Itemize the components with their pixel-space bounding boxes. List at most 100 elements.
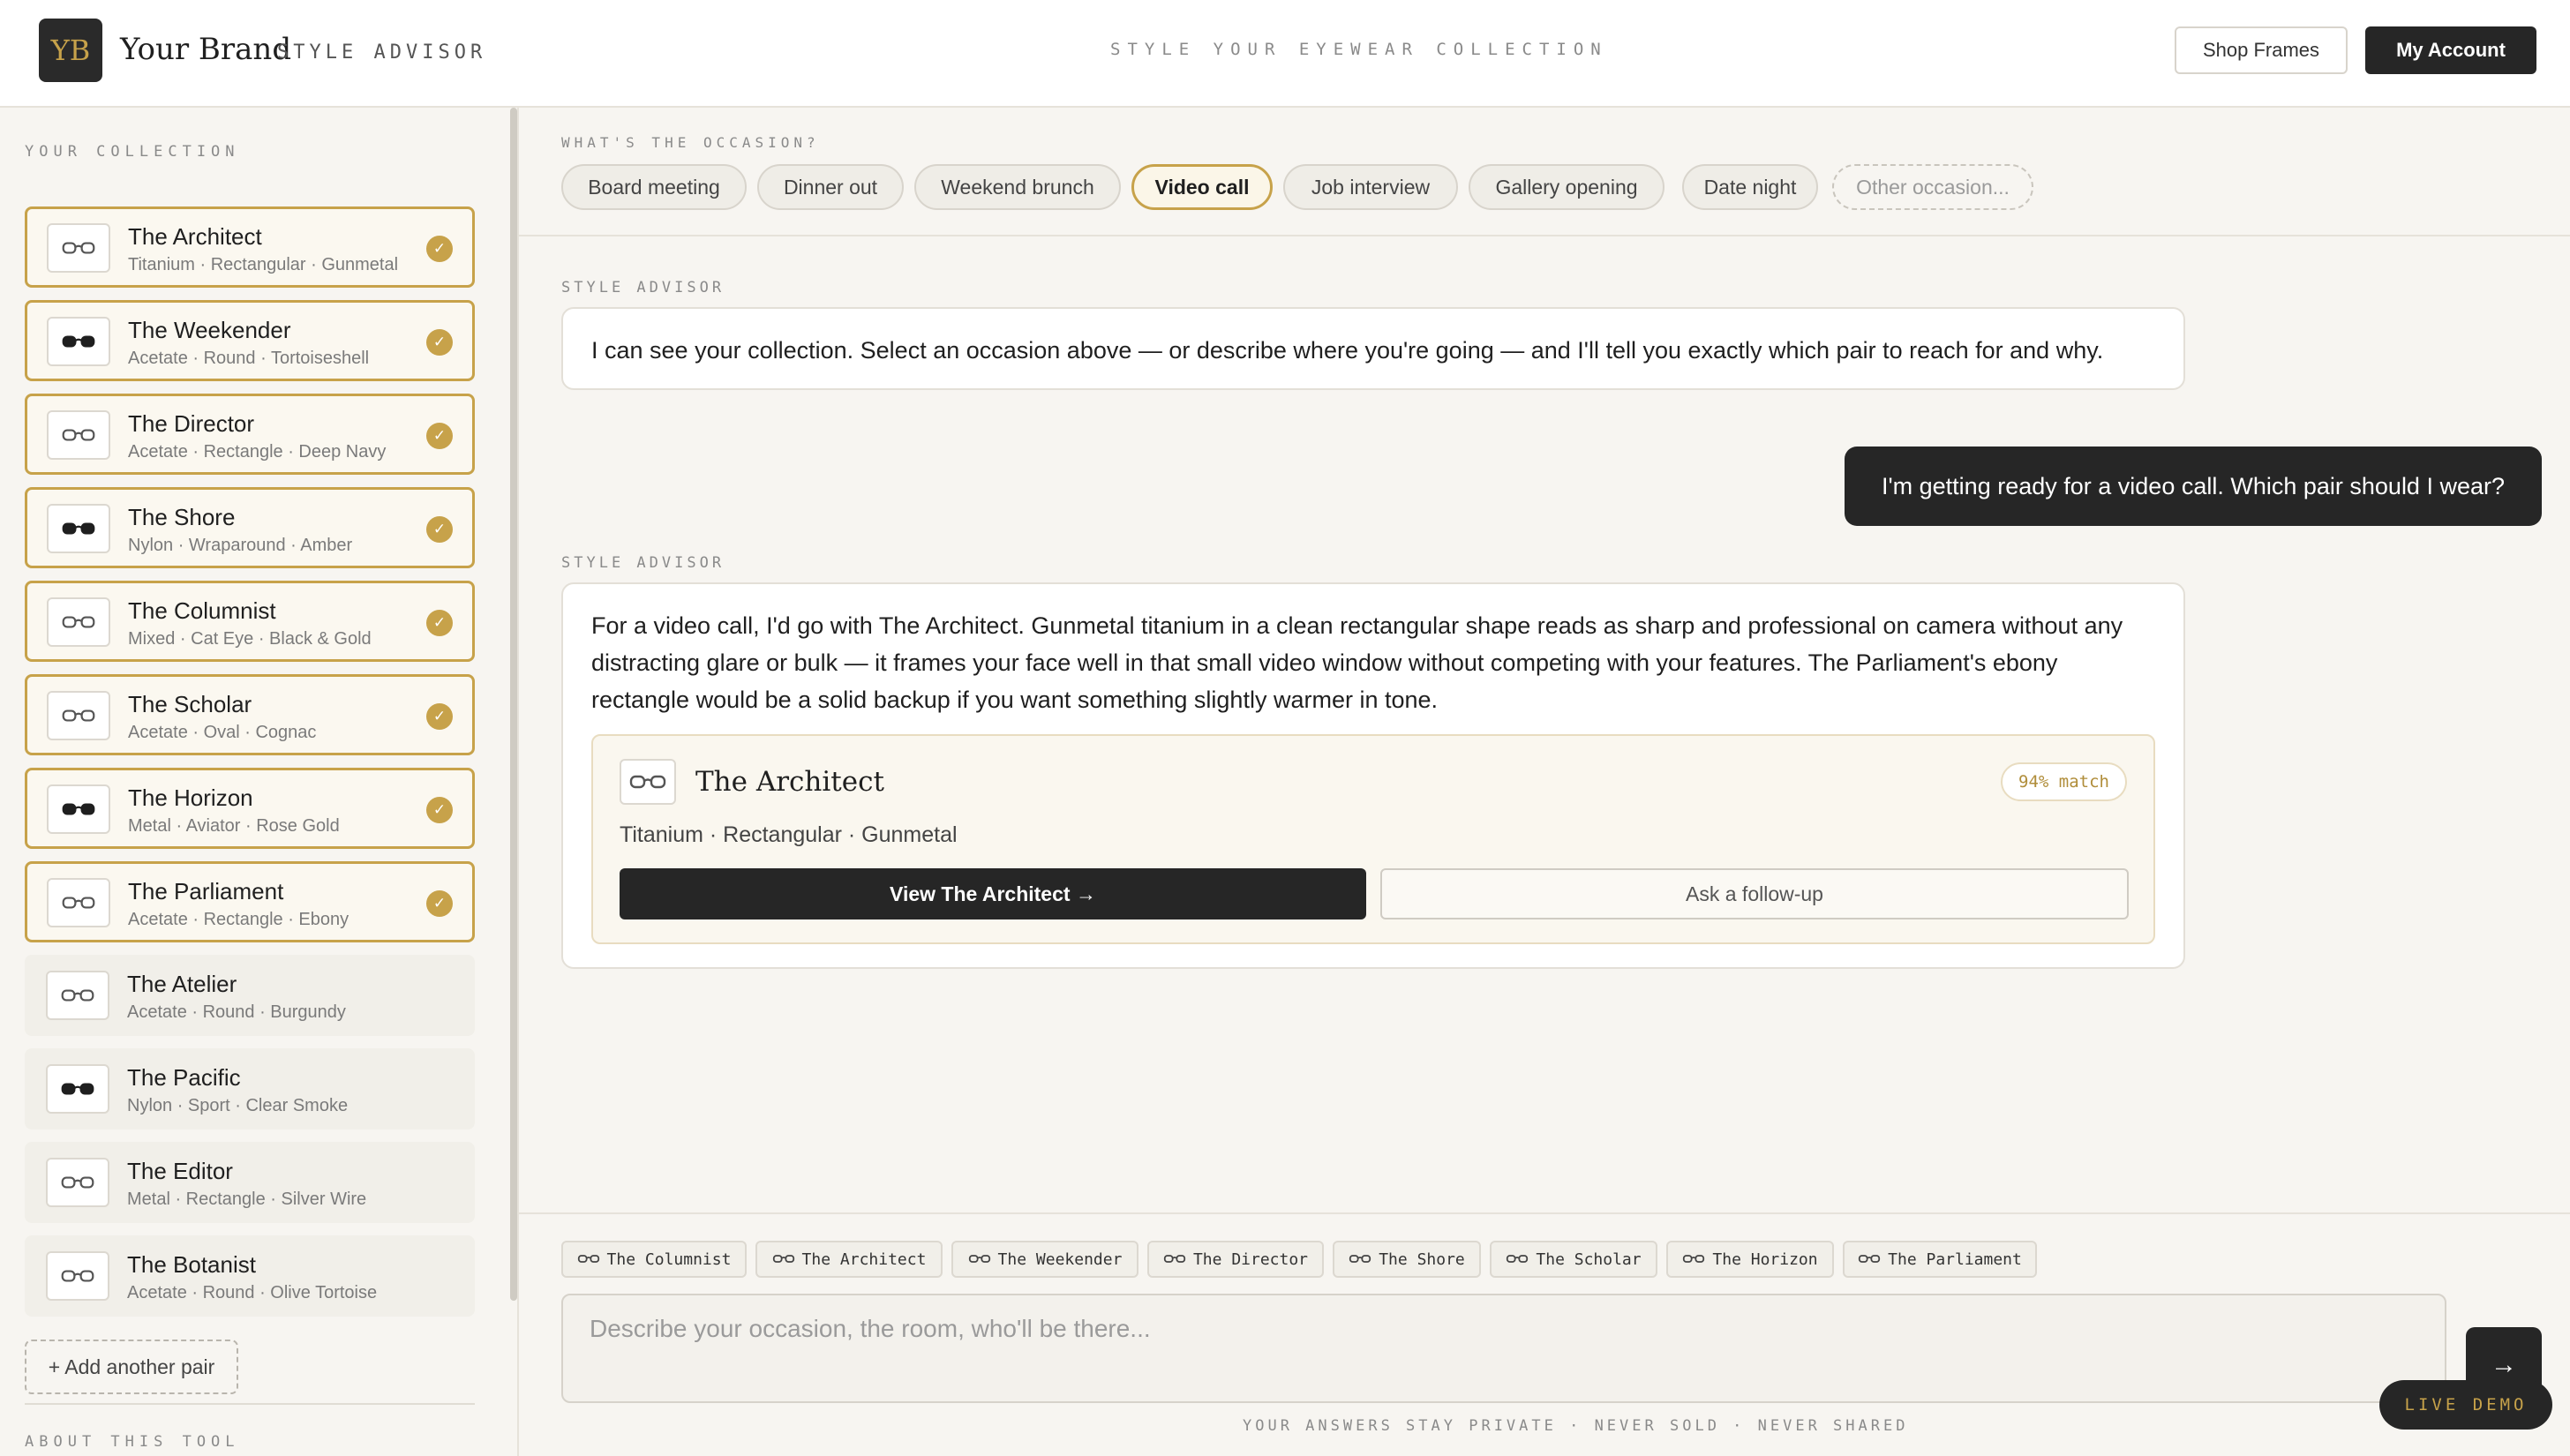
collection-label: YOUR COLLECTION: [25, 143, 240, 161]
frame-meta: Acetate · Oval · Cognac: [128, 723, 317, 742]
frame-item[interactable]: The Columnist Mixed · Cat Eye · Black & G…: [25, 581, 475, 662]
clear-glasses-icon: [47, 691, 110, 740]
check-icon: ✓: [426, 329, 453, 356]
clear-glasses-icon: [1506, 1250, 1529, 1269]
clear-glasses-icon: [772, 1250, 795, 1269]
frame-meta: Titanium · Rectangular · Gunmetal: [128, 255, 399, 274]
frame-tag[interactable]: The Director: [1147, 1241, 1324, 1278]
frame-name: The Parliament: [128, 878, 284, 904]
advisor-label: STYLE ADVISOR: [561, 279, 725, 296]
ask-follow-up-button[interactable]: Ask a follow-up: [1380, 868, 2129, 919]
clear-glasses-icon: [46, 1251, 109, 1301]
frame-name: The Horizon: [128, 784, 253, 811]
check-icon: ✓: [426, 236, 453, 262]
about-label: ABOUT THIS TOOL: [25, 1433, 240, 1451]
frame-item[interactable]: The Weekender Acetate · Round · Tortoises…: [25, 300, 475, 381]
clear-glasses-icon: [46, 971, 109, 1020]
frame-tag[interactable]: The Weekender: [951, 1241, 1138, 1278]
advisor-intro-text: I can see your collection. Select an occ…: [591, 337, 2104, 364]
frame-meta: Nylon · Sport · Clear Smoke: [127, 1096, 349, 1115]
frame-item[interactable]: The Botanist Acetate · Round · Olive Tort…: [25, 1235, 475, 1317]
occasion-chip[interactable]: Dinner out: [757, 164, 904, 210]
frame-tag[interactable]: The Shore: [1333, 1241, 1481, 1278]
occasion-chip[interactable]: Gallery opening: [1469, 164, 1664, 210]
advisor-intro-message: I can see your collection. Select an occ…: [561, 307, 2185, 390]
clear-glasses-icon: [1163, 1250, 1186, 1269]
frame-tag-label: The Director: [1192, 1250, 1309, 1269]
add-pair-button[interactable]: + Add another pair: [25, 1340, 238, 1394]
sunglasses-icon: [47, 317, 110, 366]
occasion-chip[interactable]: Date night: [1682, 164, 1818, 210]
frame-tag[interactable]: The Horizon: [1666, 1241, 1834, 1278]
frame-name: The Editor: [127, 1158, 233, 1184]
clear-glasses-icon: [620, 759, 676, 805]
frame-meta: Acetate · Round · Tortoiseshell: [128, 349, 370, 368]
advisor-label-2: STYLE ADVISOR: [561, 554, 725, 572]
frame-name: The Director: [128, 410, 255, 437]
frame-item[interactable]: The Parliament Acetate · Rectangle · Ebon…: [25, 861, 475, 942]
frame-name: The Scholar: [128, 691, 252, 717]
clear-glasses-icon: [47, 878, 110, 927]
other-occasion-input[interactable]: Other occasion...: [1832, 164, 2033, 210]
clear-glasses-icon: [1858, 1250, 1881, 1269]
my-account-button[interactable]: My Account: [2365, 26, 2536, 74]
check-icon: ✓: [426, 610, 453, 636]
occasion-chip[interactable]: Job interview: [1283, 164, 1458, 210]
frame-name: The Weekender: [128, 317, 291, 343]
clear-glasses-icon: [1682, 1250, 1705, 1269]
frame-item[interactable]: The Pacific Nylon · Sport · Clear Smoke: [25, 1048, 475, 1130]
clear-glasses-icon: [1349, 1250, 1371, 1269]
frame-tag[interactable]: The Scholar: [1490, 1241, 1657, 1278]
occasion-chip[interactable]: Board meeting: [561, 164, 747, 210]
frame-item[interactable]: The Atelier Acetate · Round · Burgundy: [25, 955, 475, 1036]
frame-tag-label: The Columnist: [606, 1250, 732, 1269]
recommendation-name: The Architect: [695, 766, 884, 798]
occasion-input[interactable]: Describe your occasion, the room, who'll…: [561, 1294, 2446, 1403]
view-frame-button[interactable]: View The Architect →: [620, 868, 1366, 919]
occasion-chip[interactable]: Weekend brunch: [914, 164, 1121, 210]
frame-item[interactable]: The Editor Metal · Rectangle · Silver Wir…: [25, 1142, 475, 1223]
sunglasses-icon: [47, 504, 110, 553]
frame-item[interactable]: The Shore Nylon · Wraparound · Amber ✓: [25, 487, 475, 568]
brand-logo[interactable]: YB: [39, 19, 102, 82]
frame-tag-label: The Architect: [801, 1250, 927, 1269]
frame-meta: Mixed · Cat Eye · Black & Gold: [128, 629, 372, 649]
clear-glasses-icon: [47, 410, 110, 460]
clear-glasses-icon: [577, 1250, 600, 1269]
frame-tag-label: The Horizon: [1712, 1250, 1818, 1269]
frame-meta: Metal · Aviator · Rose Gold: [128, 816, 340, 836]
occasion-label: WHAT'S THE OCCASION?: [561, 134, 820, 151]
frame-meta: Acetate · Rectangle · Ebony: [128, 910, 349, 929]
check-icon: ✓: [426, 703, 453, 730]
recommendation-card: The Architect 94% match Titanium · Recta…: [591, 734, 2155, 944]
frame-tag-label: The Parliament: [1888, 1250, 2022, 1269]
frame-meta: Nylon · Wraparound · Amber: [128, 536, 353, 555]
clear-glasses-icon: [47, 223, 110, 273]
occasion-chip[interactable]: Video call: [1131, 164, 1273, 210]
shop-frames-button[interactable]: Shop Frames: [2175, 26, 2348, 74]
frame-name: The Botanist: [127, 1251, 256, 1278]
frame-name: The Atelier: [127, 971, 237, 997]
frame-item[interactable]: The Horizon Metal · Aviator · Rose Gold ✓: [25, 768, 475, 849]
frame-meta: Acetate · Rectangle · Deep Navy: [128, 442, 387, 462]
clear-glasses-icon: [46, 1158, 109, 1207]
frame-meta: Acetate · Round · Burgundy: [127, 1002, 346, 1022]
frame-tag[interactable]: The Columnist: [561, 1241, 747, 1278]
arrow-right-icon: →: [2491, 1350, 2517, 1379]
frame-tag-label: The Scholar: [1536, 1250, 1642, 1269]
check-icon: ✓: [426, 890, 453, 917]
sidebar-scrollbar[interactable]: [510, 108, 517, 1301]
frame-tag[interactable]: The Architect: [755, 1241, 943, 1278]
user-message: I'm getting ready for a video call. Whic…: [1845, 447, 2542, 526]
frame-item[interactable]: The Director Acetate · Rectangle · Deep N…: [25, 394, 475, 475]
frame-tag[interactable]: The Parliament: [1843, 1241, 2037, 1278]
frame-item[interactable]: The Architect Titanium · Rectangular · Gu…: [25, 206, 475, 288]
frame-item[interactable]: The Scholar Acetate · Oval · Cognac ✓: [25, 674, 475, 755]
frame-tag-label: The Shore: [1379, 1250, 1465, 1269]
app-header: YB Your Brand STYLE ADVISOR STYLE YOUR E…: [0, 0, 2570, 108]
frame-tag-label: The Weekender: [997, 1250, 1123, 1269]
frame-name: The Shore: [128, 504, 236, 530]
check-icon: ✓: [426, 797, 453, 823]
live-demo-badge[interactable]: LIVE DEMO: [2379, 1380, 2552, 1430]
advisor-response-text: For a video call, I'd go with The Archit…: [591, 612, 2123, 713]
